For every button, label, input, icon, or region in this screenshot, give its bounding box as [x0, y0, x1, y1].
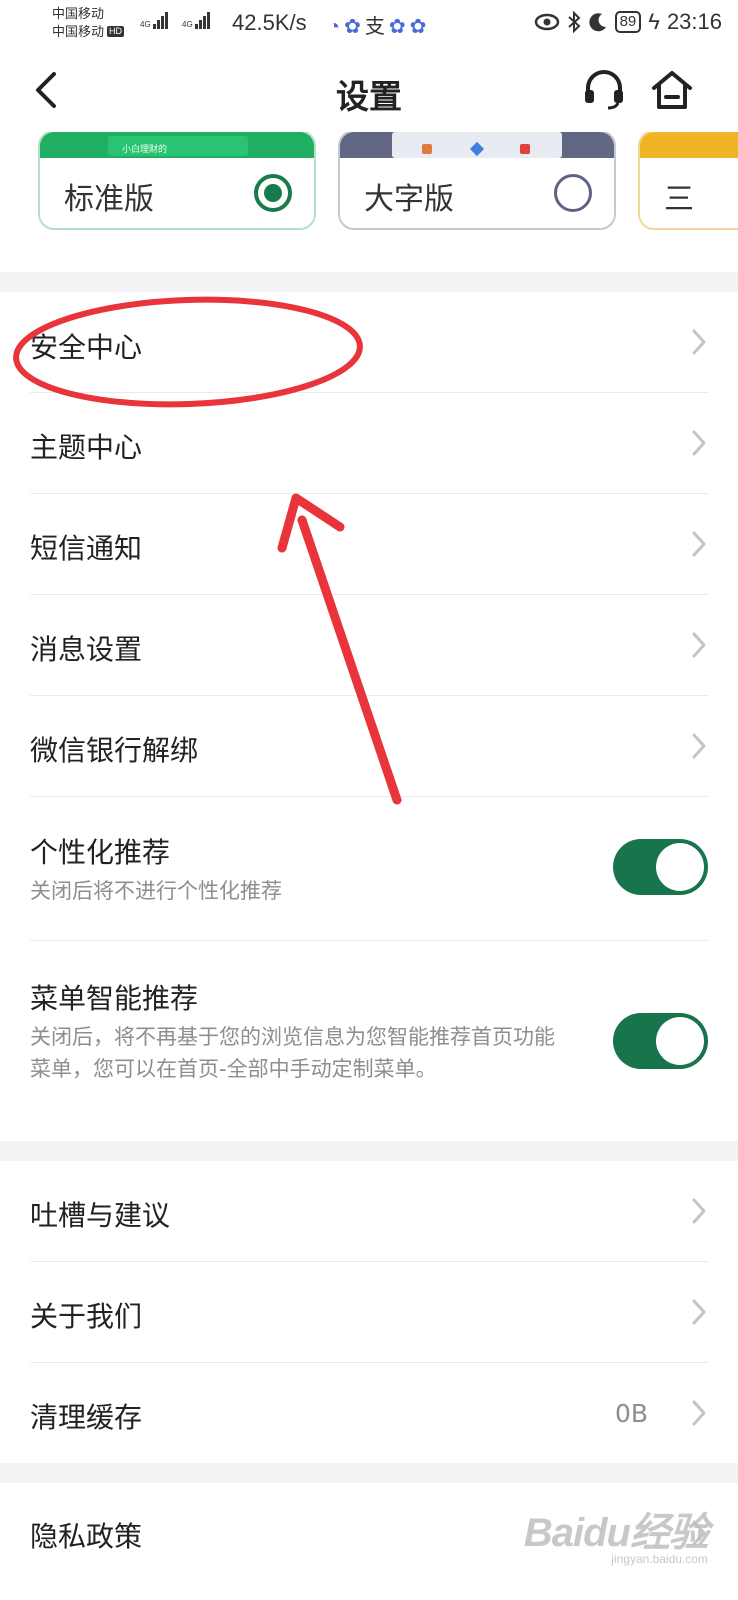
carrier-2: 中国移动: [52, 24, 105, 39]
battery-level: 89: [614, 11, 642, 33]
status-bar: 中国移动 中国移动 HD 4G 4G 42.5K/s ◔✿支✿✿ 89 ϟ 23:…: [0, 0, 738, 48]
paw-icon: ✿: [388, 16, 410, 38]
setting-label: 短信通知: [30, 532, 143, 565]
setting-about-us[interactable]: 关于我们: [0, 1262, 738, 1362]
carrier-info: 中国移动 中国移动 HD: [52, 5, 125, 41]
version-selector: 小白理财的 标准版 大字版 三: [0, 132, 738, 240]
chevron-right-icon: [692, 1400, 706, 1426]
version-label-large-font: 大字版: [364, 182, 454, 217]
menu-smart-recommend-toggle[interactable]: [613, 1013, 708, 1069]
setting-label: 安全中心: [30, 331, 143, 364]
carrier-1: 中国移动: [52, 6, 105, 21]
version-card-large-font[interactable]: 大字版: [338, 132, 616, 230]
paw-icon: ✿: [344, 16, 365, 38]
chevron-right-icon: [692, 1198, 706, 1224]
setting-sms-notification[interactable]: 短信通知: [0, 494, 738, 594]
radio-selected-icon[interactable]: [254, 174, 292, 212]
chevron-right-icon: [692, 430, 706, 456]
version-thumbnail: [640, 132, 738, 158]
alipay-icon: 支: [364, 16, 389, 38]
setting-label: 个性化推荐: [30, 836, 171, 869]
version-label-third: 三: [664, 182, 694, 217]
notification-icons: ◔✿支✿✿: [328, 10, 430, 39]
chevron-right-icon: [692, 1299, 706, 1325]
chevron-right-icon: [692, 632, 706, 658]
toggle-knob: [656, 843, 704, 891]
setting-clear-cache[interactable]: 清理缓存 0B: [0, 1363, 738, 1463]
network-1-label: 4G: [140, 20, 151, 29]
setting-menu-smart-recommend: 菜单智能推荐 关闭后，将不再基于您的浏览信息为您智能推荐首页功能菜单，您可以在首…: [0, 941, 738, 1141]
setting-wechat-unbind[interactable]: 微信银行解绑: [0, 696, 738, 796]
setting-description: 关闭后，将不再基于您的浏览信息为您智能推荐首页功能菜单，您可以在首页-全部中手动…: [30, 1025, 555, 1081]
page-title: 设置: [336, 77, 402, 116]
setting-label: 关于我们: [30, 1300, 143, 1333]
chevron-right-icon: [692, 733, 706, 759]
version-card-standard[interactable]: 小白理财的 标准版: [38, 132, 316, 230]
setting-message-settings[interactable]: 消息设置: [0, 595, 738, 695]
section-gap: [0, 1141, 738, 1161]
network-speed: 42.5K/s: [232, 10, 307, 35]
qq-icon: ◔: [328, 16, 345, 38]
moon-icon: [588, 13, 606, 32]
setting-label: 微信银行解绑: [30, 734, 199, 767]
charging-icon: ϟ: [648, 9, 660, 34]
setting-label: 隐私政策: [30, 1520, 143, 1553]
radio-unselected-icon[interactable]: [554, 174, 592, 212]
section-gap: [0, 1463, 738, 1483]
version-label-standard: 标准版: [64, 182, 154, 217]
chevron-right-icon: [692, 329, 706, 355]
setting-label: 菜单智能推荐: [30, 982, 199, 1015]
network-2-label: 4G: [182, 20, 193, 29]
hd-badge: HD: [107, 26, 125, 37]
setting-theme-center[interactable]: 主题中心: [0, 393, 738, 493]
setting-label: 主题中心: [30, 431, 143, 464]
bluetooth-icon: [567, 11, 581, 33]
thumbnail-caption: 小白理财的: [108, 136, 248, 156]
watermark-brand: Baidu经验: [523, 1511, 709, 1555]
version-card-third[interactable]: 三: [638, 132, 738, 230]
cache-size: 0B: [614, 1399, 648, 1428]
setting-label: 吐槽与建议: [30, 1199, 171, 1232]
setting-security-center[interactable]: 安全中心: [0, 292, 738, 392]
home-icon[interactable]: [650, 68, 694, 112]
section-gap: [0, 272, 738, 292]
setting-label: 清理缓存: [30, 1401, 143, 1434]
eye-icon: [534, 13, 559, 31]
setting-description: 关闭后将不进行个性化推荐: [30, 879, 282, 903]
personalized-recommend-toggle[interactable]: [613, 839, 708, 895]
setting-personalized-recommend: 个性化推荐 关闭后将不进行个性化推荐: [0, 797, 738, 940]
header: 设置: [0, 48, 738, 132]
paw-icon: ✿: [409, 16, 431, 38]
headset-icon[interactable]: [582, 68, 626, 112]
setting-label: 消息设置: [30, 633, 143, 666]
status-right: 89 ϟ 23:16: [534, 9, 722, 35]
signal-2-icon: 4G: [182, 12, 211, 29]
toggle-knob: [656, 1017, 704, 1065]
signal-1-icon: 4G: [140, 12, 169, 29]
version-thumbnail: 小白理财的: [40, 132, 314, 158]
baidu-watermark: Baidu经验 jingyan.baidu.com: [523, 1500, 709, 1566]
setting-feedback[interactable]: 吐槽与建议: [0, 1161, 738, 1261]
clock: 23:16: [666, 9, 722, 34]
chevron-right-icon: [692, 531, 706, 557]
version-thumbnail: [340, 132, 614, 158]
